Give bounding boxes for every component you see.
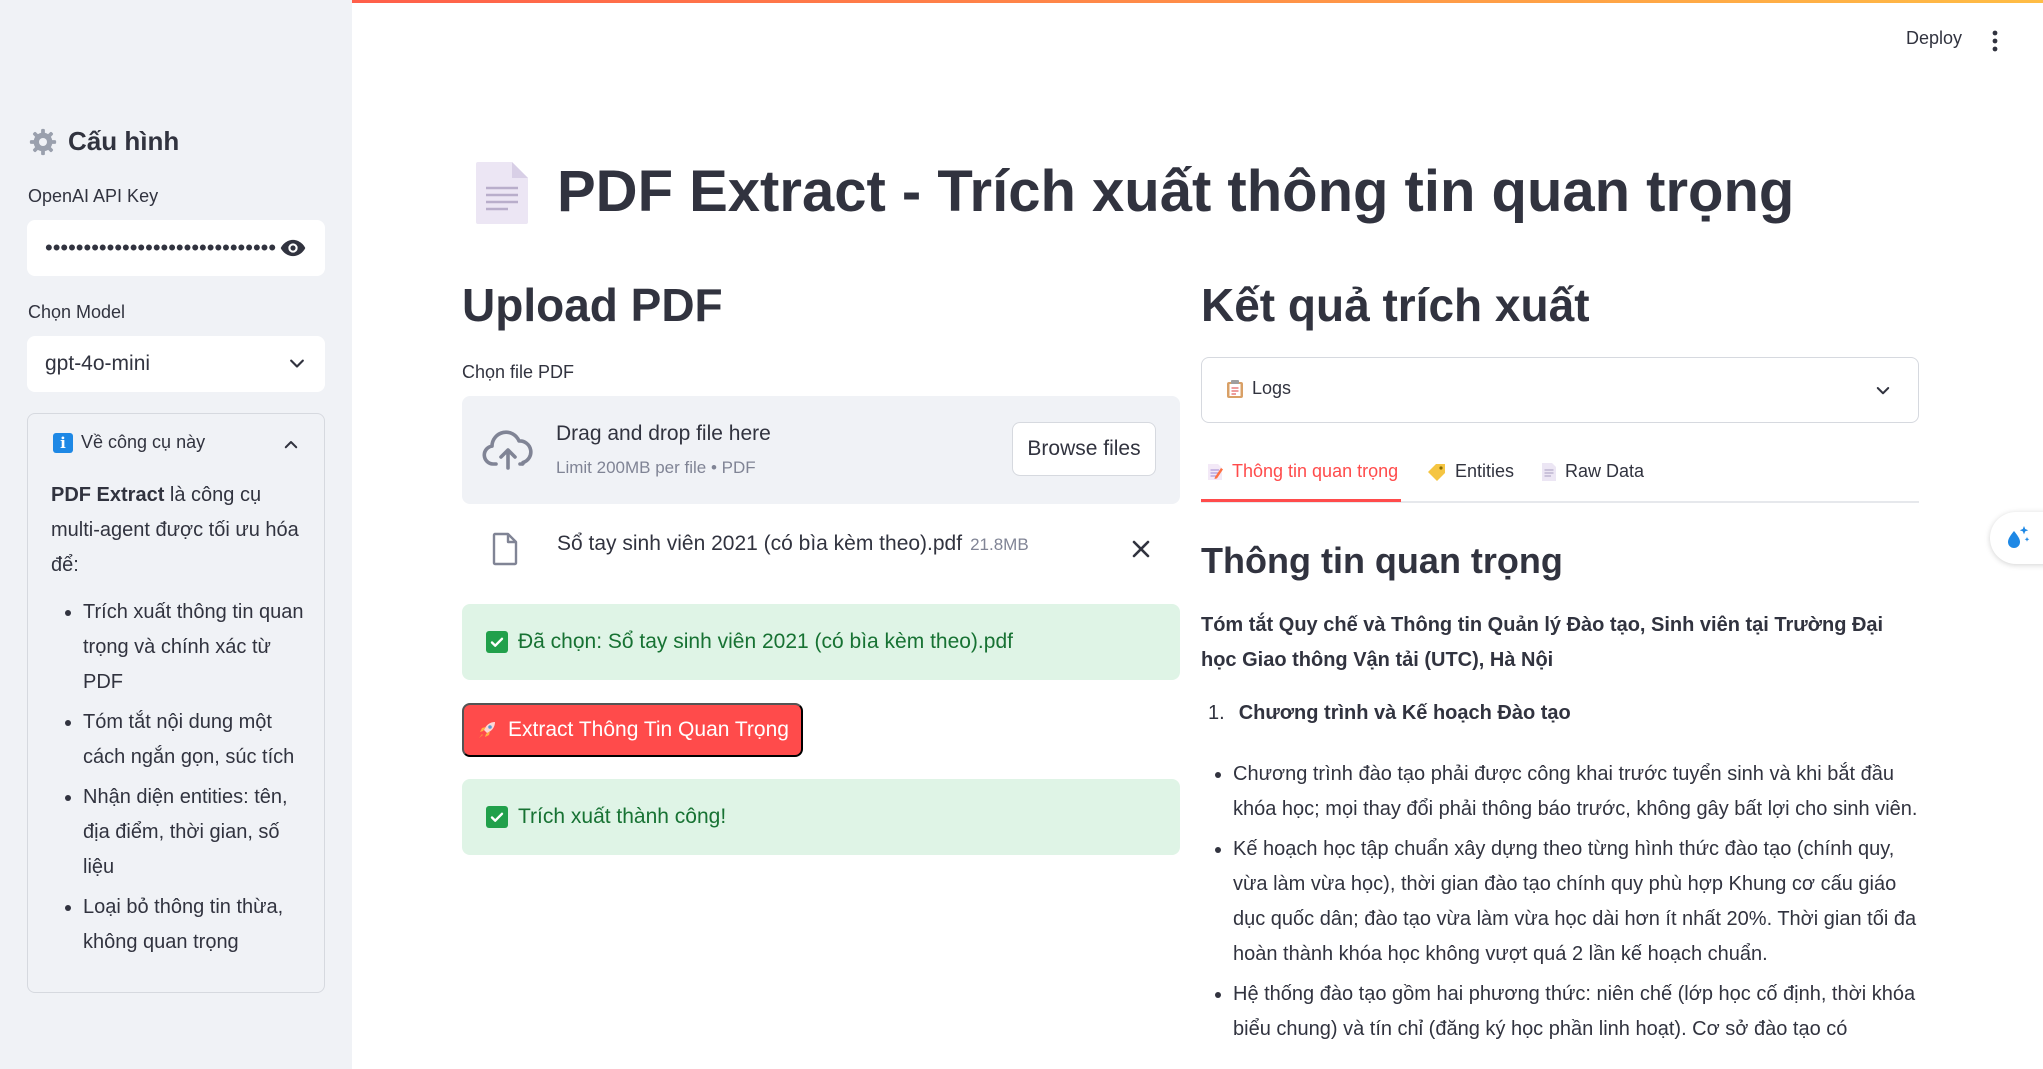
file-selected-text: Đã chọn: Sổ tay sinh viên 2021 (có bìa k… [518, 630, 1013, 653]
api-key-field[interactable]: •••••••••••••••••••••••••••••• [27, 220, 325, 276]
chevron-up-icon[interactable] [282, 436, 300, 454]
deploy-button[interactable]: Deploy [1906, 28, 1962, 49]
memo-icon [1208, 463, 1223, 480]
success-text: Trích xuất thành công! [518, 805, 727, 828]
gear-icon [29, 128, 57, 155]
file-dropzone[interactable]: Drag and drop file here Limit 200MB per … [462, 396, 1180, 504]
page-icon [1542, 462, 1556, 481]
info-icon: i [53, 432, 73, 453]
file-icon [492, 532, 518, 566]
result-tabs: Thông tin quan trọng Entities Raw Data [1201, 455, 1919, 503]
browse-files-button[interactable]: Browse files [1012, 422, 1156, 476]
list-item: Tóm tắt nội dung một cách ngắn gọn, súc … [83, 705, 311, 775]
ordered-list-item: 1. Chương trình và Kế hoạch Đào tạo [1208, 702, 1571, 725]
logs-expander[interactable]: Logs [1201, 357, 1919, 423]
result-heading: Kết quả trích xuất [1201, 279, 1590, 331]
close-icon[interactable] [1130, 538, 1152, 560]
tab-raw-data[interactable]: Raw Data [1541, 461, 1644, 482]
extract-button-label: Extract Thông Tin Quan Trọng [508, 718, 789, 741]
about-expander: i Về công cụ này PDF Extract là công cụ … [27, 413, 325, 993]
eye-icon[interactable] [279, 234, 307, 262]
list-item: Loại bỏ thông tin thừa, không quan trọng [83, 890, 311, 960]
check-icon [486, 806, 508, 828]
about-list: Trích xuất thông tin quan trọng và chính… [51, 595, 311, 960]
about-intro-bold: PDF Extract [51, 484, 165, 506]
dropzone-limit: Limit 200MB per file • PDF [556, 458, 756, 477]
kebab-menu-icon[interactable] [1991, 30, 1999, 52]
sparkle-droplet-icon [2008, 526, 2030, 548]
tab-label: Entities [1455, 461, 1515, 481]
list-item: Kế hoạch học tập chuẩn xây dựng theo từn… [1233, 832, 1919, 972]
dropzone-title: Drag and drop file here [556, 422, 771, 445]
extract-button[interactable]: Extract Thông Tin Quan Trọng [462, 703, 803, 757]
sidebar-title-text: Cấu hình [68, 126, 180, 156]
page-title: PDF Extract - Trích xuất thông tin quan … [557, 159, 1795, 224]
ordered-list-title: Chương trình và Kế hoạch Đào tạo [1238, 702, 1571, 724]
sidebar: Cấu hình OpenAI API Key ••••••••••••••••… [0, 0, 352, 1069]
uploaded-file-name-line: Sổ tay sinh viên 2021 (có bìa kèm theo).… [557, 532, 1029, 556]
result-bullets: Chương trình đào tạo phải được công khai… [1201, 757, 1919, 1052]
check-icon [486, 631, 508, 653]
sidebar-title: Cấu hình [28, 126, 179, 157]
chevron-down-icon[interactable] [1874, 382, 1892, 400]
logs-label: Logs [1252, 378, 1292, 398]
floating-assistant-button[interactable] [1990, 512, 2043, 564]
tab-label: Raw Data [1565, 461, 1645, 481]
logs-expander-header: Logs [1226, 378, 1291, 399]
model-label: Chọn Model [28, 302, 126, 322]
about-expander-header[interactable]: i Về công cụ này [53, 432, 205, 453]
document-icon [476, 162, 528, 224]
file-selected-alert: Đã chọn: Sổ tay sinh viên 2021 (có bìa k… [462, 604, 1180, 680]
tab-label: Thông tin quan trọng [1232, 461, 1399, 481]
model-select[interactable]: gpt-4o-mini [27, 336, 325, 392]
list-item: Trích xuất thông tin quan trọng và chính… [83, 595, 311, 700]
uploaded-file-name: Sổ tay sinh viên 2021 (có bìa kèm theo).… [557, 532, 963, 555]
upload-heading: Upload PDF [462, 279, 723, 331]
cloud-upload-icon [482, 430, 533, 470]
list-item: Chương trình đào tạo phải được công khai… [1233, 757, 1919, 827]
active-tab-indicator [1201, 499, 1401, 502]
uploaded-file-row: Sổ tay sinh viên 2021 (có bìa kèm theo).… [462, 524, 1180, 574]
list-item: Hệ thống đào tạo gồm hai phương thức: ni… [1233, 977, 1919, 1047]
rocket-icon [479, 722, 496, 738]
about-intro: PDF Extract là công cụ multi-agent được … [51, 478, 311, 583]
ordered-list-number: 1. [1208, 702, 1225, 724]
about-expander-body: PDF Extract là công cụ multi-agent được … [51, 478, 311, 965]
label-tag-icon [1428, 463, 1445, 481]
uploaded-file-size: 21.8MB [970, 535, 1029, 554]
tab-important-info[interactable]: Thông tin quan trọng [1206, 461, 1398, 482]
api-key-value[interactable]: •••••••••••••••••••••••••••••• [45, 237, 279, 259]
tab-entities[interactable]: Entities [1427, 461, 1514, 482]
model-select-value: gpt-4o-mini [45, 352, 151, 375]
summary-text: Tóm tắt Quy chế và Thông tin Quản lý Đào… [1201, 614, 1884, 671]
file-uploader-label: Chọn file PDF [462, 362, 575, 382]
about-expander-title: Về công cụ này [81, 432, 206, 452]
list-item: Nhận diện entities: tên, địa điểm, thời … [83, 780, 311, 885]
clipboard-icon [1227, 379, 1243, 398]
api-key-label: OpenAI API Key [28, 186, 159, 206]
section-title: Thông tin quan trọng [1201, 540, 1563, 581]
chevron-down-icon[interactable] [287, 354, 307, 374]
success-alert: Trích xuất thành công! [462, 779, 1180, 855]
